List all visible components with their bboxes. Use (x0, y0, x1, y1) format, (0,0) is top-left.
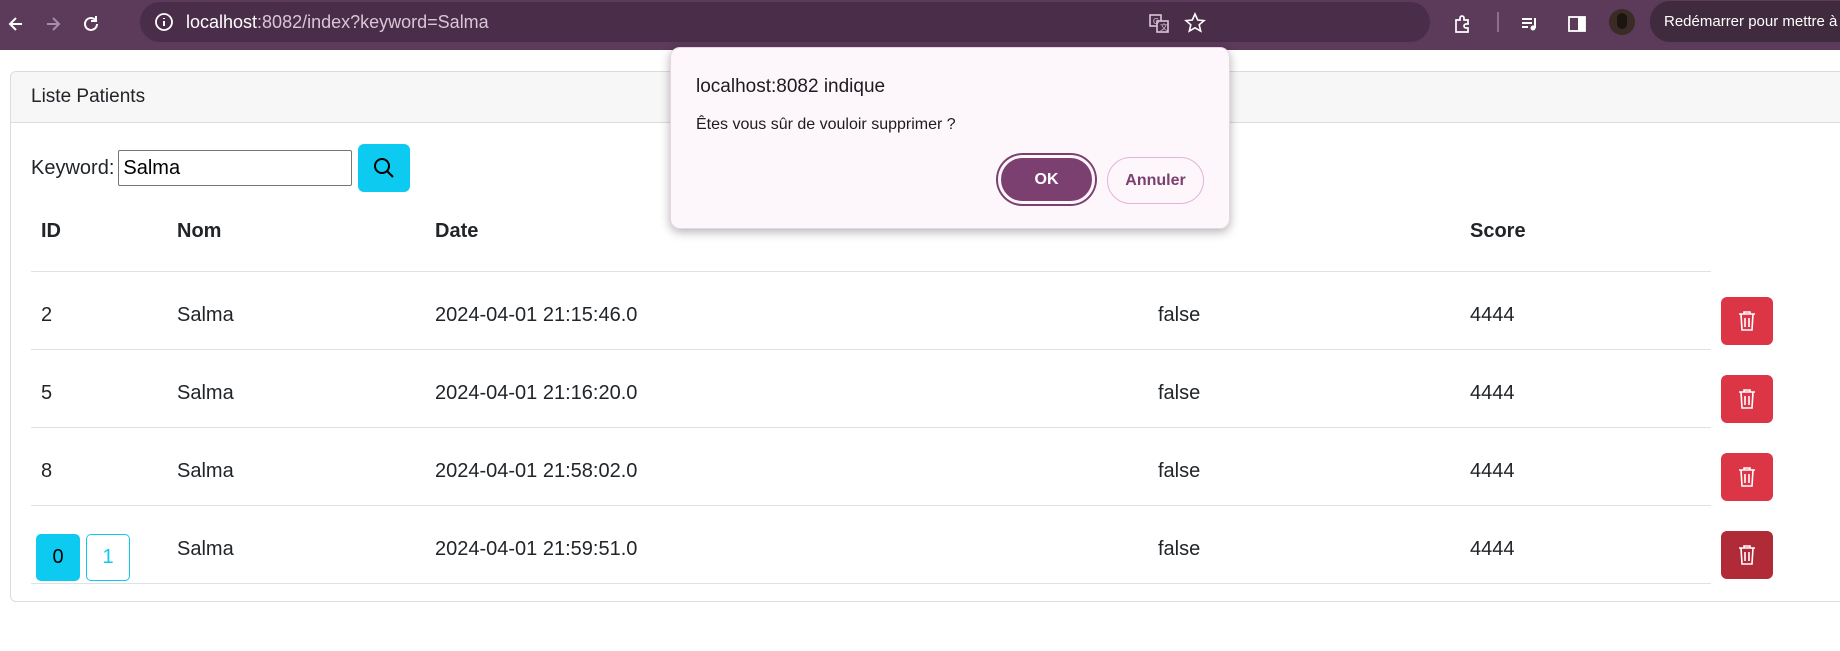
cell-date: 2024-04-01 21:16:20.0 (425, 349, 1148, 428)
ok-button[interactable]: OK (998, 155, 1095, 204)
extensions-icon[interactable] (1447, 9, 1477, 39)
cell-bool: false (1148, 505, 1460, 584)
table-row: 5 Salma 2024-04-01 21:16:20.0 false 4444 (31, 349, 1791, 428)
delete-button[interactable] (1721, 530, 1773, 579)
delete-button[interactable] (1721, 374, 1773, 423)
star-icon[interactable] (1184, 12, 1206, 34)
trash-icon (1739, 388, 1755, 409)
cell-score: 4444 (1460, 427, 1711, 506)
cell-bool: false (1148, 427, 1460, 506)
cell-nom: Salma (167, 271, 425, 350)
dialog-title: localhost:8082 indique (696, 76, 886, 97)
pagination: 0 1 (36, 534, 130, 581)
reload-icon[interactable] (76, 9, 106, 39)
delete-button[interactable] (1721, 296, 1773, 345)
translate-icon[interactable]: G文 (1148, 12, 1170, 34)
restart-button[interactable]: Redémarrer pour mettre à (1650, 1, 1840, 42)
header-nom: Nom (167, 197, 425, 272)
cell-nom: Salma (167, 427, 425, 506)
trash-icon (1739, 310, 1755, 331)
browser-toolbar: localhost:8082/index?keyword=Salma G文 Re… (0, 0, 1840, 50)
sidepanel-icon[interactable] (1562, 9, 1592, 39)
trash-icon (1739, 544, 1755, 565)
site-info-icon[interactable] (154, 12, 174, 32)
confirm-dialog: localhost:8082 indique Êtes vous sûr de … (670, 47, 1230, 229)
svg-text:G: G (1153, 17, 1159, 26)
forward-icon[interactable] (38, 9, 68, 39)
cell-bool: false (1148, 349, 1460, 428)
page-button[interactable]: 0 (36, 534, 80, 581)
cancel-button[interactable]: Annuler (1107, 157, 1204, 204)
delete-button[interactable] (1721, 452, 1773, 501)
cell-date: 2024-04-01 21:58:02.0 (425, 427, 1148, 506)
dialog-message: Êtes vous sûr de vouloir supprimer ? (696, 116, 956, 133)
address-bar[interactable]: localhost:8082/index?keyword=Salma G文 (140, 2, 1430, 42)
header-score: Score (1460, 197, 1711, 272)
svg-text:文: 文 (1160, 22, 1168, 32)
keyword-label: Keyword: (31, 156, 115, 179)
cell-date: 2024-04-01 21:15:46.0 (425, 271, 1148, 350)
back-icon[interactable] (1, 9, 31, 39)
keyword-input[interactable] (118, 150, 353, 186)
cell-score: 4444 (1460, 271, 1711, 350)
toolbar-divider (1497, 12, 1499, 32)
trash-icon (1739, 466, 1755, 487)
cell-nom: Salma (167, 505, 425, 584)
media-icon[interactable] (1515, 9, 1545, 39)
page-button[interactable]: 1 (86, 534, 130, 581)
search-button[interactable] (358, 144, 411, 192)
avatar[interactable] (1609, 9, 1635, 35)
cell-score: 4444 (1460, 505, 1711, 584)
header-id: ID (31, 197, 167, 272)
cell-date: 2024-04-01 21:59:51.0 (425, 505, 1148, 584)
table-row: 11 Salma 2024-04-01 21:59:51.0 false 444… (31, 505, 1791, 584)
table-row: 2 Salma 2024-04-01 21:15:46.0 false 4444 (31, 271, 1791, 350)
search-icon (374, 158, 395, 178)
header-action (1711, 197, 1791, 272)
cell-bool: false (1148, 271, 1460, 350)
url-text: localhost:8082/index?keyword=Salma (186, 12, 489, 32)
cell-nom: Salma (167, 349, 425, 428)
patients-table: ID Nom Date Score 2 Salma 2024-04-01 21:… (31, 197, 1791, 584)
cell-id: 5 (31, 349, 167, 428)
search-form: Keyword: (31, 144, 411, 192)
cell-score: 4444 (1460, 349, 1711, 428)
cell-id: 2 (31, 271, 167, 350)
cell-id: 8 (31, 427, 167, 506)
table-row: 8 Salma 2024-04-01 21:58:02.0 false 4444 (31, 427, 1791, 506)
